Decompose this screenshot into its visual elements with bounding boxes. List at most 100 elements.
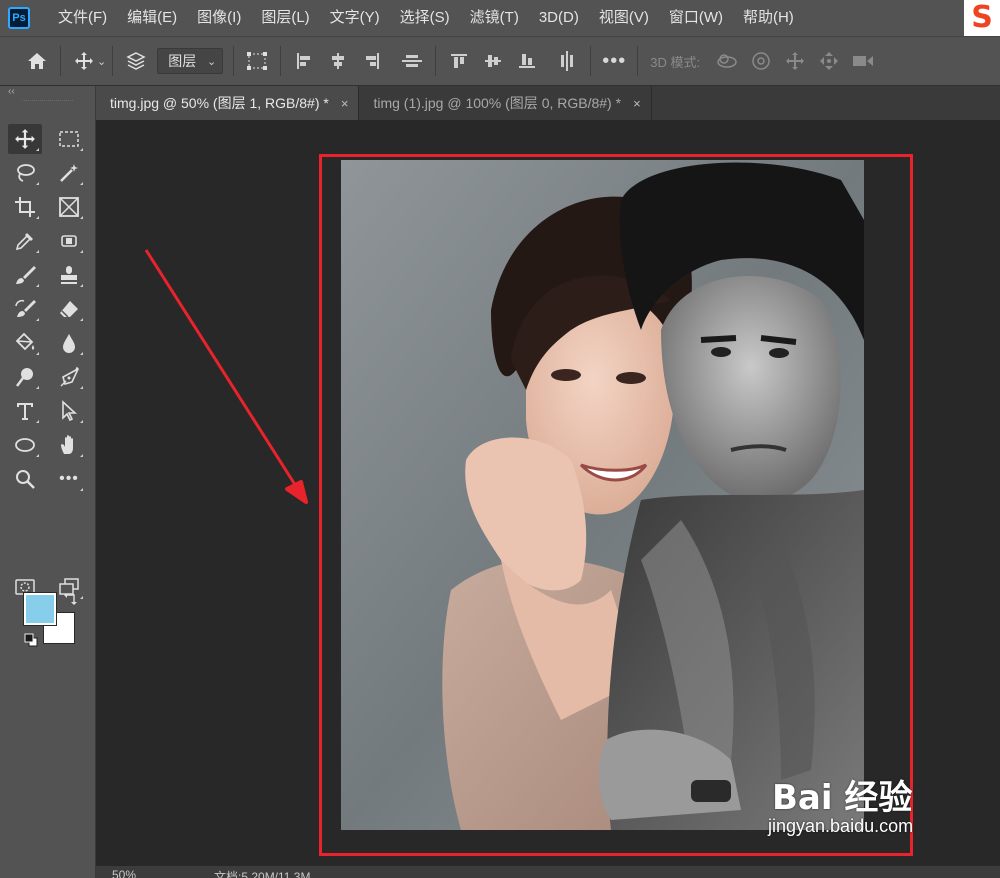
tools-panel: ‹‹ ••• (0, 86, 96, 878)
bandage-icon (61, 235, 77, 247)
align-bottom-icon[interactable] (510, 44, 544, 78)
distribute-horizontal-icon[interactable] (395, 44, 429, 78)
menu-view[interactable]: 视图(V) (589, 0, 659, 36)
document-size-info[interactable]: 文档:5.20M/11.3M (214, 868, 310, 878)
frame-tool[interactable] (52, 192, 86, 222)
close-icon[interactable]: × (341, 96, 349, 111)
options-bar: ⌄ 图层 ⌄ ••• 3D 模式: (0, 36, 1000, 86)
watermark: Bai 经验 jingyan.baidu.com (764, 770, 954, 860)
hand-icon (61, 435, 73, 454)
3d-orbit-icon[interactable] (710, 44, 744, 78)
auto-select-target-value: 图层 (168, 53, 197, 69)
align-vertical-center-icon[interactable] (476, 44, 510, 78)
chevron-down-icon[interactable]: ⌄ (97, 55, 106, 68)
3d-slide-icon[interactable] (812, 44, 846, 78)
status-bar: 50% 文档:5.20M/11.3M (96, 866, 1000, 878)
auto-select-target-dropdown[interactable]: 图层 ⌄ (157, 48, 224, 74)
separator (637, 46, 639, 76)
separator (60, 46, 61, 76)
more-tools-icon: ••• (59, 470, 79, 487)
menu-edit[interactable]: 编辑(E) (117, 0, 187, 36)
brush-tool[interactable] (8, 260, 42, 290)
align-right-icon[interactable] (355, 44, 389, 78)
paint-bucket-icon (15, 332, 35, 351)
tab-timg-1-jpg[interactable]: timg (1).jpg @ 100% (图层 0, RGB/8#) * × (359, 86, 652, 120)
horizontal-type-tool[interactable] (8, 396, 42, 426)
menu-bar: Ps 文件(F) 编辑(E) 图像(I) 图层(L) 文字(Y) 选择(S) 滤… (0, 0, 1000, 36)
3d-pan-icon[interactable] (778, 44, 812, 78)
move-tool[interactable] (8, 124, 42, 154)
watermark-url: jingyan.baidu.com (768, 816, 914, 836)
auto-select-layers-icon[interactable] (119, 44, 153, 78)
eyedropper-tool[interactable] (8, 226, 42, 256)
hand-tool[interactable] (52, 430, 86, 460)
tab-label: timg.jpg @ 50% (图层 1, RGB/8#) * (110, 95, 329, 111)
distribute-vertical-icon[interactable] (550, 44, 584, 78)
arrow-annotation-icon (144, 249, 308, 504)
close-icon[interactable]: × (633, 96, 641, 111)
lasso-tool[interactable] (8, 158, 42, 188)
screen-mode-button[interactable] (52, 572, 86, 602)
zoom-level-field[interactable]: 50% (112, 868, 136, 878)
canvas-area[interactable]: Bai 经验 jingyan.baidu.com (96, 120, 1000, 866)
dodge-tool[interactable] (8, 362, 42, 392)
blur-tool[interactable] (52, 328, 86, 358)
pen-tool[interactable] (52, 362, 86, 392)
menu-layer[interactable]: 图层(L) (251, 0, 319, 36)
history-brush-tool[interactable] (8, 294, 42, 324)
highlight-box (319, 154, 913, 856)
eraser-icon (60, 301, 78, 318)
photoshop-logo-icon: Ps (8, 7, 30, 29)
more-options-icon[interactable]: ••• (597, 44, 631, 78)
crop-tool[interactable] (8, 192, 42, 222)
clone-stamp-tool[interactable] (52, 260, 86, 290)
type-icon (17, 403, 33, 420)
document-tab-bar: timg.jpg @ 50% (图层 1, RGB/8#) * × timg (… (96, 86, 1000, 120)
sogou-ime-icon[interactable]: S (964, 0, 1000, 36)
magic-wand-icon (60, 164, 78, 182)
pen-icon (60, 366, 79, 387)
transform-controls-icon[interactable] (240, 44, 274, 78)
3d-roll-icon[interactable] (744, 44, 778, 78)
eraser-tool[interactable] (52, 294, 86, 324)
separator (112, 46, 114, 76)
menu-window[interactable]: 窗口(W) (659, 0, 733, 36)
tab-timg-jpg[interactable]: timg.jpg @ 50% (图层 1, RGB/8#) * × (96, 86, 360, 120)
foreground-color-swatch[interactable] (23, 592, 57, 626)
align-left-icon[interactable] (287, 44, 321, 78)
zoom-tool[interactable] (8, 464, 42, 494)
align-horizontal-center-icon[interactable] (321, 44, 355, 78)
water-drop-icon (63, 334, 75, 353)
3d-mode-label: 3D 模式: (650, 54, 701, 70)
move-tool-preset-icon[interactable] (67, 44, 101, 78)
menu-type[interactable]: 文字(Y) (320, 0, 390, 36)
marquee-icon (59, 131, 79, 147)
rectangular-marquee-tool[interactable] (52, 124, 86, 154)
separator (435, 46, 437, 76)
magnifier-icon (16, 470, 35, 489)
menu-image[interactable]: 图像(I) (187, 0, 251, 36)
menu-filter[interactable]: 滤镜(T) (460, 0, 529, 36)
move-icon (15, 129, 35, 149)
menu-3d[interactable]: 3D(D) (529, 0, 589, 36)
brush-icon (16, 266, 36, 284)
3d-scale-video-camera-icon[interactable] (846, 44, 880, 78)
paint-bucket-tool[interactable] (8, 328, 42, 358)
dodge-icon (16, 368, 33, 387)
crop-icon (15, 197, 35, 217)
edit-toolbar-button[interactable]: ••• (52, 464, 86, 494)
ellipse-tool[interactable] (8, 430, 42, 460)
lasso-icon (17, 164, 35, 182)
chevron-down-icon: ⌄ (207, 55, 217, 68)
default-colors-icon[interactable] (24, 633, 38, 652)
tools-panel-collapse-button[interactable]: ‹‹ (0, 86, 95, 100)
path-selection-tool[interactable] (52, 396, 86, 426)
menu-file[interactable]: 文件(F) (48, 0, 117, 36)
menu-select[interactable]: 选择(S) (390, 0, 460, 36)
menu-help[interactable]: 帮助(H) (733, 0, 804, 36)
magic-wand-tool[interactable] (52, 158, 86, 188)
home-icon[interactable] (20, 44, 54, 78)
spot-healing-brush-tool[interactable] (52, 226, 86, 256)
tools-panel-grip[interactable] (22, 100, 73, 110)
align-top-icon[interactable] (442, 44, 476, 78)
